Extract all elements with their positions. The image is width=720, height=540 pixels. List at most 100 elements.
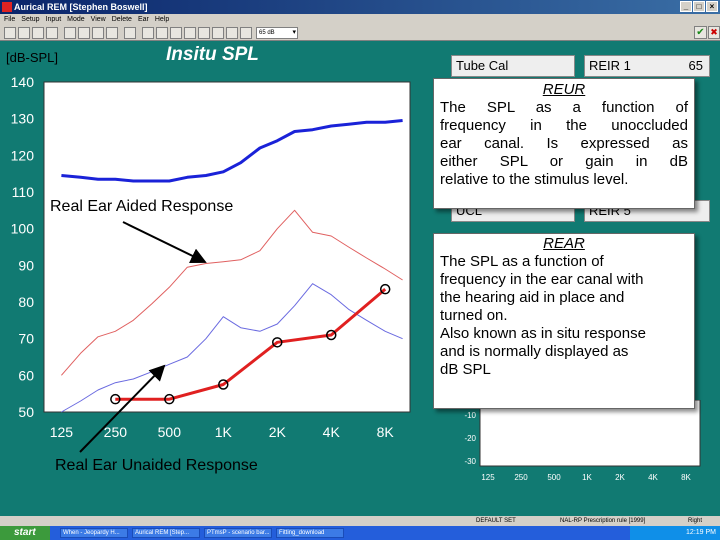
taskbar: start When - Jeopardy H... Aurical REM [… [0,526,720,540]
save-icon[interactable] [32,27,44,39]
curve-icon[interactable] [156,27,168,39]
rear-callout: REAR The SPL as a function of frequency … [433,233,695,409]
y-tick-label: 110 [12,184,35,200]
status-rule: NAL-RP Prescription rule [1999] [560,518,646,524]
play-icon[interactable] [240,27,252,39]
clock: 12:19 PM [686,529,716,536]
plot-area [43,81,411,413]
y-tick-label: 50 [18,404,34,420]
x-tick-label: 250 [104,424,128,440]
menu-ear[interactable]: Ear [138,14,149,25]
start-button[interactable]: start [0,526,50,540]
menu-file[interactable]: File [4,14,15,25]
reur-line: either SPL or gain in dB [440,153,688,170]
window-controls: _ □ × [680,1,718,12]
status-ear: Right [688,518,703,524]
y-tick-label: 90 [18,257,34,273]
window-titlebar[interactable]: Aurical REM [Stephen Boswell] _ □ × [0,0,720,14]
reur-line: relative to the stimulus level. [440,171,629,188]
graph-icon[interactable] [142,27,154,39]
gain-y-tick-label: -10 [464,411,476,420]
check-icon[interactable]: ✔ [694,26,707,39]
reur-line: The SPL as a function of [440,99,688,116]
rear-line: Also known as in situ response [440,325,646,342]
menu-help[interactable]: Help [155,14,169,25]
x-tick-label: 500 [158,424,182,440]
taskbar-item[interactable]: Aurical REM [Step... [132,528,200,538]
paste-icon[interactable] [92,27,104,39]
unaided-response-label: Real Ear Unaided Response [55,457,258,474]
copy-icon[interactable] [78,27,90,39]
x-tick-label: 4K [323,424,341,440]
x-tick-label: 1K [215,424,233,440]
new-icon[interactable] [4,27,16,39]
target-icon[interactable] [212,27,224,39]
gain-graph: -10 -20 -30 125 250 500 1K 2K 4K 8K [464,400,701,482]
insitu-spl-chart: 140 130 120 110 100 90 80 70 60 50 125 250 500 1K 2K 4K… [11,74,411,440]
menu-input[interactable]: Input [46,14,62,25]
y-tick-label: 70 [18,331,34,347]
toolbar: 65 dB ✔ ✖ [0,25,720,41]
taskbar-item[interactable]: Fitting_download [276,528,344,538]
taskbar-item[interactable]: When - Jeopardy H... [60,528,128,538]
reir-1-field[interactable]: REIR 1 65 [584,55,710,77]
x-icon[interactable]: ✖ [708,26,720,39]
status-bar: DEFAULT SET NAL-RP Prescription rule [19… [0,516,720,526]
status-preset: DEFAULT SET [476,518,516,524]
speaker-icon[interactable] [124,27,136,39]
gain-y-tick-label: -20 [464,434,476,443]
reur-line: ear canal. Is expressed as [440,135,688,152]
reur-line: frequency in the unoccluded [440,117,688,134]
y-tick-label: 100 [11,221,35,237]
gain-x-tick-label: 8K [681,473,691,482]
app-icon [2,2,12,12]
measure-icon[interactable] [198,27,210,39]
x-tick-label: 125 [50,424,74,440]
menu-delete[interactable]: Delete [112,14,132,25]
x-tick-label: 8K [377,424,395,440]
tube-cal-label: Tube Cal [456,58,509,73]
gain-x-tick-label: 250 [514,473,528,482]
reir-1-label: REIR 1 [589,58,631,73]
open-icon[interactable] [18,27,30,39]
menu-view[interactable]: View [91,14,106,25]
print-icon[interactable] [46,27,58,39]
y-tick-label: 120 [11,147,35,163]
gain-x-tick-label: 4K [648,473,658,482]
y-axis-units: [dB-SPL] [6,50,59,65]
rear-line: and is normally displayed as [440,343,629,360]
menu-bar: File Setup Input Mode View Delete Ear He… [0,14,720,25]
minimize-button[interactable]: _ [680,1,692,12]
gain-y-tick-label: -30 [464,457,476,466]
reur-callout: REUR The SPL as a function of frequency … [433,78,695,209]
taskbar-item[interactable]: PTmsP - scenario bar... [204,528,272,538]
menu-mode[interactable]: Mode [67,14,85,25]
window-title: Aurical REM [Stephen Boswell] [14,2,148,12]
chart-title: Insitu SPL [166,44,259,65]
close-button[interactable]: × [706,1,718,12]
gain-x-tick-label: 2K [615,473,625,482]
undo-icon[interactable] [106,27,118,39]
reir-1-value: 65 [688,58,703,73]
aided-response-label: Real Ear Aided Response [50,198,234,215]
maximize-button[interactable]: □ [693,1,705,12]
y-tick-label: 130 [11,111,35,127]
tube-cal-field[interactable]: Tube Cal [451,55,575,77]
cut-icon[interactable] [64,27,76,39]
reur-heading: REUR [542,81,586,98]
level-select[interactable]: 65 dB [256,27,298,39]
rear-line: the hearing aid in place and [440,289,625,306]
menu-setup[interactable]: Setup [21,14,39,25]
rear-line: The SPL as a function of [440,253,604,270]
rear-line: dB SPL [440,361,491,378]
gain-x-tick-label: 125 [481,473,495,482]
gain-plot-area [479,400,701,467]
rear-line: frequency in the ear canal with [440,271,644,288]
ear-right-icon[interactable] [184,27,196,39]
y-tick-label: 60 [18,367,34,383]
system-tray: 12:19 PM [630,526,720,540]
ear-left-icon[interactable] [170,27,182,39]
y-tick-label: 80 [18,294,34,310]
gain-x-tick-label: 500 [547,473,561,482]
settings-icon[interactable] [226,27,238,39]
